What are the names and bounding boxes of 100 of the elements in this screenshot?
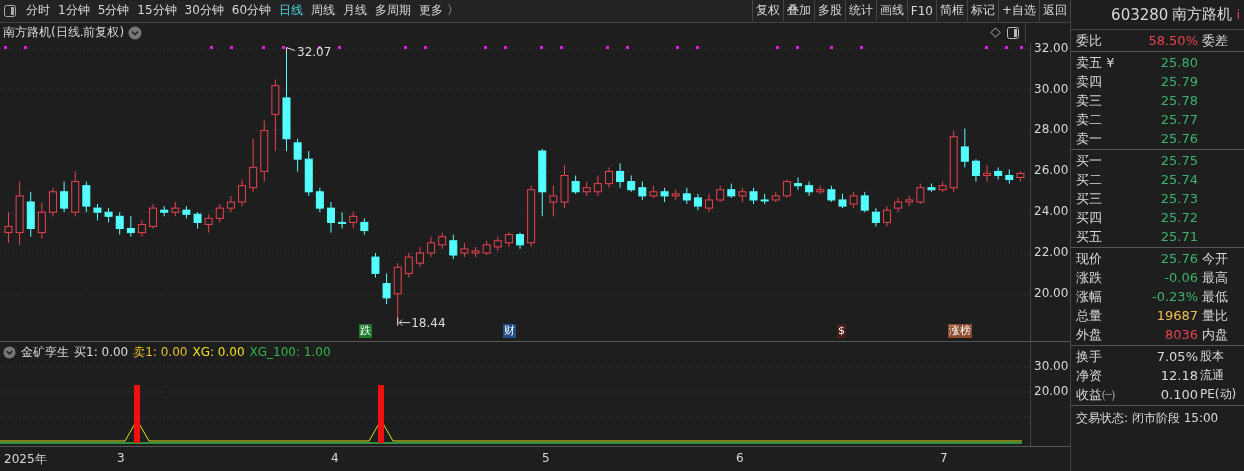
candlestick — [927, 183, 936, 193]
candlestick — [627, 174, 636, 193]
candlestick — [816, 185, 825, 195]
period-tab[interactable]: 15分钟 — [133, 0, 181, 21]
candlestick — [727, 183, 736, 199]
bid-level-label: 买五 — [1076, 227, 1103, 246]
info-link[interactable]: i — [1236, 7, 1240, 22]
indicator-value: XG_100: 1.00 — [249, 345, 331, 360]
stock-code: 603280 — [1111, 5, 1169, 24]
row-label: 涨跌 — [1076, 268, 1103, 287]
period-tab[interactable]: 更多 〉 — [415, 0, 463, 21]
period-tab[interactable]: 周线 — [307, 0, 340, 21]
toolbar-button[interactable]: 多股 — [813, 0, 845, 22]
indicator-axis-label: 30.00 — [1034, 358, 1069, 373]
candlestick — [560, 164, 569, 209]
candlestick — [93, 203, 102, 221]
candlestick — [805, 180, 814, 197]
row-label: 外盘 — [1076, 325, 1103, 344]
candlestick — [638, 180, 647, 201]
period-tab[interactable]: 月线 — [339, 0, 372, 21]
indicator-value: XG: 0.00 — [192, 345, 245, 360]
chevron-icon[interactable] — [128, 25, 143, 40]
date-axis-label: 6 — [736, 451, 744, 466]
toolbar-button[interactable]: 标记 — [966, 0, 998, 22]
period-tab[interactable]: 60分钟 — [227, 0, 276, 21]
toolbar-button[interactable]: 复权 — [751, 0, 783, 22]
candlestick — [738, 187, 747, 203]
candlestick — [137, 219, 146, 238]
toolbar-button[interactable]: 返回 — [1039, 0, 1070, 22]
bid-level-label: 买三 — [1076, 189, 1103, 208]
candlestick — [971, 158, 980, 182]
price-axis-label: 22.00 — [1034, 244, 1069, 259]
candlestick — [304, 150, 313, 197]
candlestick — [794, 176, 802, 191]
candlestick — [382, 272, 391, 305]
bid-price: 25.72 — [1159, 210, 1198, 225]
candlestick — [516, 231, 524, 250]
low-pointer — [397, 317, 411, 326]
candlestick — [771, 191, 780, 203]
ask-price: 25.76 — [1159, 131, 1198, 146]
candlestick — [15, 180, 24, 246]
price-axis-label: 20.00 — [1034, 285, 1069, 300]
event-badge[interactable]: 涨榜 — [948, 323, 973, 338]
price-axis-label: 24.00 — [1034, 204, 1069, 219]
diamond-icon[interactable] — [990, 27, 1001, 39]
high-pointer — [286, 46, 296, 54]
candlestick — [571, 174, 580, 195]
ask-price: 25.78 — [1159, 93, 1198, 108]
row-label: 收益㈠ — [1076, 385, 1116, 404]
candlestick — [37, 201, 46, 240]
candlestick — [549, 185, 558, 217]
candlestick — [349, 211, 358, 229]
ask-level-label: 卖五 ¥ — [1076, 53, 1116, 72]
chevron-icon[interactable] — [3, 345, 16, 359]
candlestick — [415, 246, 424, 268]
panel-toggle-icon[interactable] — [4, 4, 16, 17]
bid-price: 25.75 — [1159, 153, 1198, 168]
date-axis-label: 3 — [117, 451, 125, 466]
candlestick — [716, 185, 725, 203]
row-value: -0.06 — [1163, 270, 1198, 285]
period-tab[interactable]: 30分钟 — [180, 0, 228, 21]
panel-toggle-icon[interactable] — [1007, 26, 1019, 39]
indicator-value: 卖1: 0.00 — [133, 343, 188, 361]
period-tab[interactable]: 分时 — [22, 0, 54, 21]
period-tab[interactable]: 1分钟 — [54, 0, 94, 21]
row-value: -0.23% — [1151, 289, 1198, 304]
candlestick — [438, 231, 447, 250]
row-label: 净资 — [1076, 366, 1103, 385]
row-label: 股本 — [1199, 348, 1225, 365]
candlestick — [215, 203, 224, 223]
toolbar-button[interactable]: F10 — [906, 0, 936, 22]
candlestick — [883, 205, 891, 227]
candlestick — [871, 207, 880, 227]
toolbar-button[interactable]: 简框 — [935, 0, 967, 22]
period-tab[interactable]: 5分钟 — [93, 0, 134, 21]
row-label: 总量 — [1076, 306, 1103, 325]
candlestick — [338, 211, 347, 229]
toolbar-button[interactable]: 叠加 — [782, 0, 814, 22]
event-badge[interactable]: 财 — [503, 323, 517, 338]
candlestick — [49, 187, 57, 217]
price-axis-label: 26.00 — [1034, 163, 1069, 178]
row-label: 内盘 — [1201, 325, 1229, 344]
candlestick — [582, 180, 591, 197]
period-tab[interactable]: 多周期 — [371, 0, 416, 21]
event-badge[interactable]: $ — [837, 323, 846, 338]
period-tab[interactable]: 日线 — [275, 0, 308, 21]
row-label: 涨幅 — [1076, 287, 1103, 306]
candlestick — [160, 205, 169, 217]
ask-level-label: 卖四 — [1076, 72, 1103, 91]
row-value: 58.50% — [1147, 33, 1198, 48]
toolbar-button[interactable]: 统计 — [844, 0, 876, 22]
toolbar-button[interactable]: +自选 — [997, 0, 1039, 22]
toolbar-button[interactable]: 画线 — [875, 0, 907, 22]
ask-price: 25.79 — [1159, 74, 1198, 89]
candlestick — [760, 193, 769, 205]
candlestick — [226, 195, 235, 213]
row-value: 25.76 — [1159, 251, 1198, 266]
event-badge[interactable]: 跌 — [358, 323, 372, 338]
price-axis-label: 28.00 — [1034, 122, 1069, 137]
indicator-value: 买1: 0.00 — [74, 343, 129, 361]
